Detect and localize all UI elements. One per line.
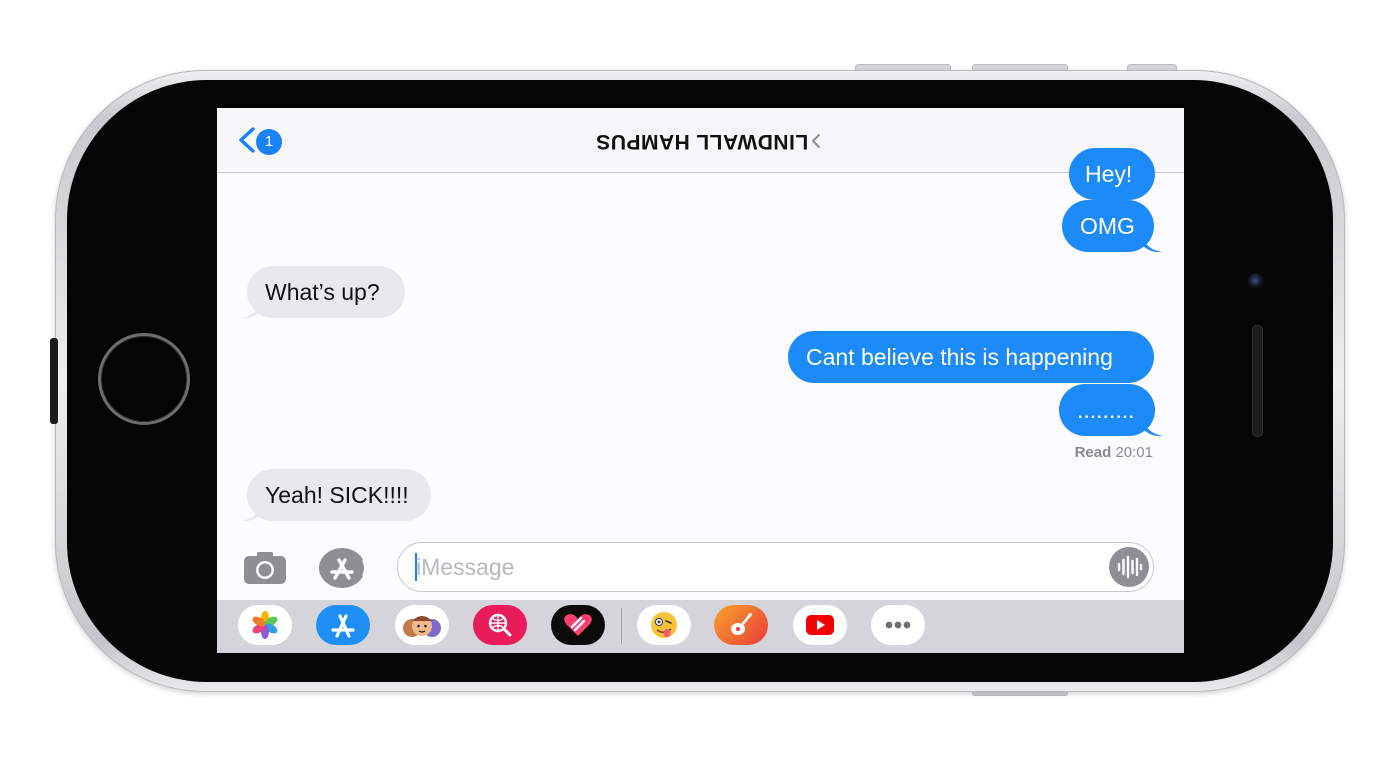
imessage-input[interactable]: iMessage [397, 542, 1154, 592]
camera-icon[interactable] [242, 550, 288, 586]
front-camera [1248, 273, 1264, 289]
read-receipt: Read 20:01 [1037, 444, 1153, 461]
images-search-app-icon[interactable] [473, 605, 527, 645]
contact-name-title[interactable]: LINDWALL HAMPUS [567, 127, 837, 155]
message-bubble-sent[interactable]: ......... [1059, 384, 1155, 436]
home-button[interactable] [98, 333, 190, 425]
app-store-icon[interactable] [319, 548, 366, 588]
bubble-tail [1142, 233, 1162, 253]
memoji-stickers-app-icon[interactable] [395, 605, 449, 645]
contact-details-chevron-icon[interactable] [809, 131, 823, 151]
imessage-placeholder: iMessage [416, 554, 515, 580]
audio-waveform-icon[interactable] [1109, 547, 1149, 587]
message-bubble-sent[interactable]: Hey! [1069, 148, 1155, 200]
earpiece-speaker [1252, 325, 1263, 437]
digital-touch-app-icon[interactable] [551, 605, 605, 645]
bubble-tail [241, 299, 261, 319]
read-time: 20:01 [1115, 444, 1153, 461]
youtube-app-icon[interactable] [793, 605, 847, 645]
message-bubble-received[interactable]: Yeah! SICK!!!! [247, 469, 431, 521]
message-bubble-received[interactable]: What’s up? [247, 266, 405, 318]
app-drawer-divider [621, 608, 622, 644]
side-button [50, 338, 58, 424]
app-store-app-icon[interactable] [316, 605, 370, 645]
messages-screen: 1 LINDWALL HAMPUS Hey! OMG What’s up? Ca… [217, 108, 1184, 653]
message-bubble-sent[interactable]: OMG [1062, 200, 1154, 252]
message-bubble-sent[interactable]: Cant believe this is happening [788, 331, 1154, 383]
unread-count-badge[interactable]: 1 [256, 129, 282, 155]
conversation-header: 1 LINDWALL HAMPUS [217, 108, 1184, 173]
animoji-app-icon[interactable] [637, 605, 691, 645]
more-apps-icon[interactable] [871, 605, 925, 645]
photos-app-icon[interactable] [238, 605, 292, 645]
read-label: Read [1074, 444, 1112, 461]
garageband-app-icon[interactable] [714, 605, 768, 645]
imessage-app-drawer [217, 600, 1184, 653]
bubble-tail [241, 502, 261, 522]
bubble-tail [1143, 417, 1163, 437]
